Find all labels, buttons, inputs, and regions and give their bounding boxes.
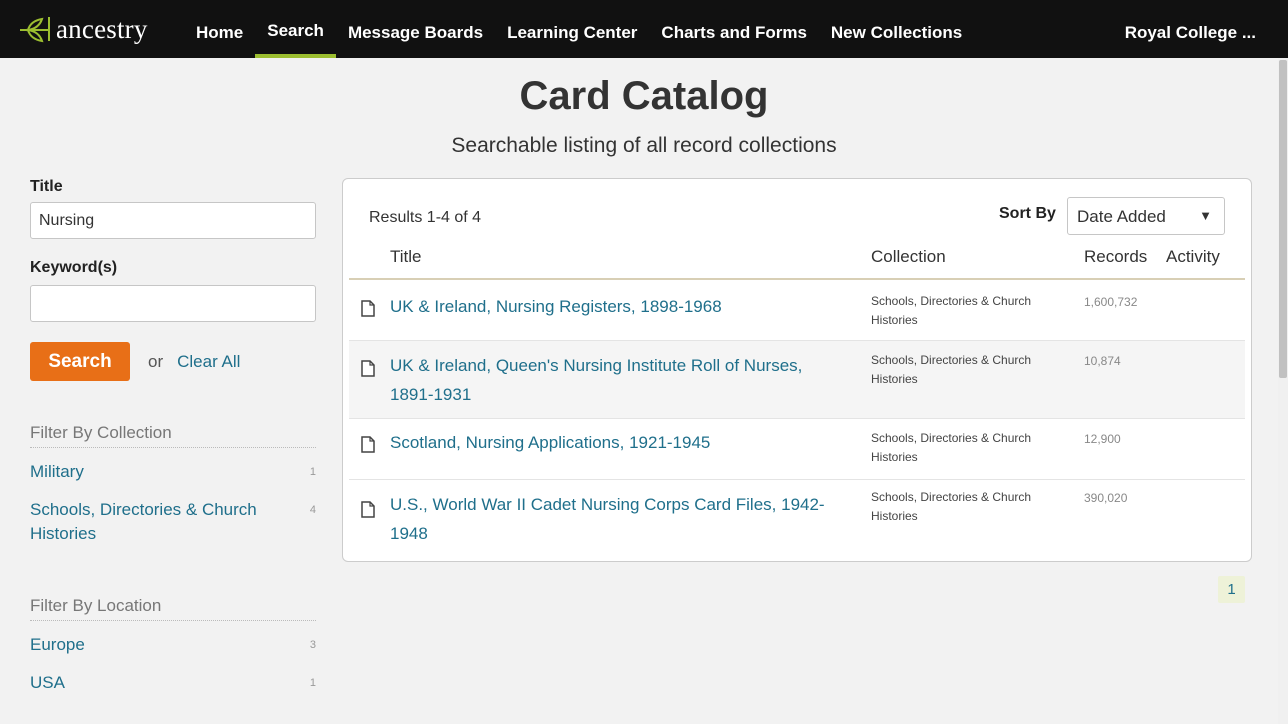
nav-charts-and-forms[interactable]: Charts and Forms [649,0,818,58]
column-header-activity[interactable]: Activity [1166,247,1220,267]
document-icon [361,300,375,317]
nav-search[interactable]: Search [255,0,336,58]
filter-item-schools-directories[interactable]: Schools, Directories & Church Histories … [30,498,316,546]
results-panel: Results 1-4 of 4 Sort By Date Added ▼ Ti… [342,178,1252,562]
document-icon [361,360,375,377]
nav-message-boards[interactable]: Message Boards [336,0,495,58]
record-count: 390,020 [1084,491,1128,505]
column-header-collection[interactable]: Collection [871,247,946,267]
record-count: 1,600,732 [1084,295,1138,309]
table-row: Scotland, Nursing Applications, 1921-194… [349,419,1245,479]
search-actions: Search or Clear All [30,342,316,381]
record-title-link[interactable]: UK & Ireland, Queen's Nursing Institute … [390,351,850,409]
filter-item-label: Military [30,462,84,481]
caret-down-icon: ▼ [1199,208,1212,223]
title-input[interactable] [30,202,316,239]
table-row: UK & Ireland, Queen's Nursing Institute … [349,341,1245,418]
record-title-link[interactable]: UK & Ireland, Nursing Registers, 1898-19… [390,292,850,321]
title-label: Title [30,178,63,195]
sort-selected-value: Date Added [1077,207,1166,226]
table-row: U.S., World War II Cadet Nursing Corps C… [349,480,1245,556]
or-text: or [148,351,164,371]
nav-home[interactable]: Home [184,0,255,58]
filter-item-label: Europe [30,635,85,654]
scrollbar-thumb[interactable] [1279,60,1287,378]
keyword-input[interactable] [30,285,316,322]
document-icon [361,501,375,518]
page-title: Card Catalog [519,74,769,118]
pagination-page-1[interactable]: 1 [1218,576,1245,603]
filter-item-usa[interactable]: USA 1 [30,671,316,695]
page-subtitle: Searchable listing of all record collect… [451,134,837,157]
clear-all-link[interactable]: Clear All [177,352,240,372]
record-count: 10,874 [1084,354,1121,368]
column-header-title[interactable]: Title [390,247,422,267]
top-navigation: ancestry Home Search Message Boards Lear… [0,0,1288,58]
record-collection: Schools, Directories & Church Histories [871,431,1032,464]
search-sidebar: Title Keyword(s) Search or Clear All Fil… [30,178,316,695]
record-collection: Schools, Directories & Church Histories [871,490,1032,523]
results-count: Results 1-4 of 4 [369,209,482,226]
record-count: 12,900 [1084,432,1121,446]
nav-learning-center[interactable]: Learning Center [495,0,649,58]
record-title-link[interactable]: U.S., World War II Cadet Nursing Corps C… [390,490,850,548]
ancestry-logo[interactable]: ancestry [18,12,148,46]
record-collection: Schools, Directories & Church Histories [871,353,1032,386]
filter-item-label: Schools, Directories & Church Histories [30,500,257,543]
column-header-records[interactable]: Records [1084,247,1147,267]
filter-item-count: 1 [309,677,316,689]
main-nav: Home Search Message Boards Learning Cent… [184,0,974,58]
logo-text: ancestry [56,13,148,44]
filter-item-military[interactable]: Military 1 [30,460,316,484]
filter-item-count: 3 [309,639,316,651]
page-scrollbar[interactable] [1278,58,1288,724]
keyword-label: Keyword(s) [30,259,118,276]
filter-by-collection-heading: Filter By Collection [30,423,316,448]
filter-item-label: USA [30,673,65,692]
document-icon [361,436,375,453]
search-button[interactable]: Search [30,342,130,381]
table-row: UK & Ireland, Nursing Registers, 1898-19… [349,280,1245,340]
record-title-link[interactable]: Scotland, Nursing Applications, 1921-194… [390,428,850,457]
nav-new-collections[interactable]: New Collections [819,0,974,58]
filter-item-count: 1 [309,466,316,478]
filter-item-europe[interactable]: Europe 3 [30,633,316,657]
leaf-logo-icon [20,17,50,43]
sort-by-label: Sort By [999,205,1056,222]
record-collection: Schools, Directories & Church Histories [871,294,1032,327]
sort-dropdown[interactable]: Date Added ▼ [1067,197,1225,235]
filter-item-count: 4 [309,504,316,516]
filter-by-location-heading: Filter By Location [30,596,316,621]
account-menu[interactable]: Royal College ... [1125,0,1256,58]
